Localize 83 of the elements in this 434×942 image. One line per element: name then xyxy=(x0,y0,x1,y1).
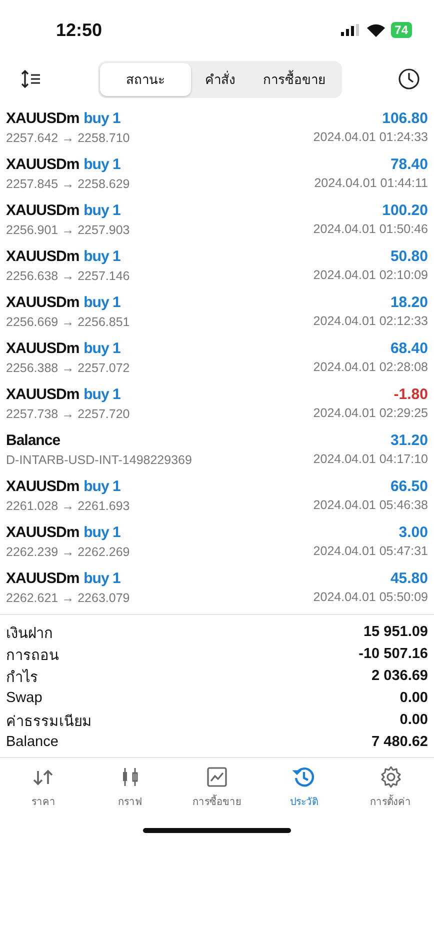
segment-tab[interactable]: การซื้อขาย xyxy=(249,62,340,96)
deal-side: buy 1 xyxy=(84,110,120,127)
deal-side: buy 1 xyxy=(84,156,120,173)
symbol: XAUUSDm xyxy=(6,340,80,357)
deal-side: buy 1 xyxy=(84,248,120,265)
deal-side: buy 1 xyxy=(84,340,120,357)
deal-side: buy 1 xyxy=(84,478,120,495)
deal-side: buy 1 xyxy=(84,570,120,587)
summary-value: 0.00 xyxy=(400,712,428,728)
deal-side: buy 1 xyxy=(84,524,120,541)
status-time: 12:50 xyxy=(56,20,102,40)
deal-detail: 2257.845 → 2258.629 xyxy=(6,177,130,191)
deal-time: 2024.04.01 05:50:09 xyxy=(313,590,428,604)
signal-icon xyxy=(340,24,361,36)
profit: 31.20 xyxy=(390,432,428,449)
tab-bar-item[interactable]: การซื้อขาย xyxy=(176,764,257,810)
deal-time: 2024.04.01 05:46:38 xyxy=(313,498,428,512)
deal-detail: D-INTARB-USD-INT-1498229369 xyxy=(6,453,192,467)
profit: 50.80 xyxy=(390,248,428,265)
deal-detail: 2262.621 → 2263.079 xyxy=(6,591,130,605)
summary-value: -10 507.16 xyxy=(358,646,428,662)
deal-detail: 2262.239 → 2262.269 xyxy=(6,545,130,559)
symbol: XAUUSDm xyxy=(6,294,80,311)
deal-detail: 2257.642 → 2258.710 xyxy=(6,131,130,145)
summary-label: Balance xyxy=(6,734,58,750)
deal-side: buy 1 xyxy=(84,386,120,403)
deal-time: 2024.04.01 02:12:33 xyxy=(313,314,428,328)
deal-time: 2024.04.01 04:17:10 xyxy=(313,452,428,466)
deal-detail: 2261.028 → 2261.693 xyxy=(6,499,130,513)
tab-bar-item[interactable]: กราฟ xyxy=(90,764,170,810)
symbol: XAUUSDm xyxy=(6,570,80,587)
summary-value: 7 480.62 xyxy=(372,734,428,750)
tab-bar-item[interactable]: ราคา xyxy=(3,764,84,810)
deal-detail: 2257.738 → 2257.720 xyxy=(6,407,130,421)
summary-label: Swap xyxy=(6,690,42,706)
symbol: XAUUSDm xyxy=(6,248,80,265)
deal-time: 2024.04.01 05:47:31 xyxy=(313,544,428,558)
deal-time: 2024.04.01 02:28:08 xyxy=(313,360,428,374)
symbol: XAUUSDm xyxy=(6,110,80,127)
settings-icon xyxy=(378,765,403,789)
profit: 66.50 xyxy=(390,478,428,495)
summary-label: การถอน xyxy=(6,646,59,666)
summary-value: 15 951.09 xyxy=(363,624,428,640)
profit: 100.20 xyxy=(382,202,428,219)
tab-bar-item[interactable]: ประวัติ xyxy=(264,764,344,810)
summary-value: 2 036.69 xyxy=(372,668,428,684)
deal-time: 2024.04.01 01:44:11 xyxy=(314,176,428,190)
deal-detail: 2256.388 → 2257.072 xyxy=(6,361,130,375)
symbol: XAUUSDm xyxy=(6,202,80,219)
clock-icon[interactable] xyxy=(398,68,420,90)
sort-icon[interactable] xyxy=(20,70,42,88)
trade-icon xyxy=(204,765,229,789)
summary-label: ค่าธรรมเนียม xyxy=(6,712,92,732)
deal-detail: 2256.901 → 2257.903 xyxy=(6,223,130,237)
history-icon xyxy=(292,765,316,789)
segment-tab[interactable]: สถานะ xyxy=(100,62,191,96)
summary-value: 0.00 xyxy=(400,690,428,706)
tab-bar-item[interactable]: การตั้งค่า xyxy=(350,764,431,810)
summary-label: เงินฝาก xyxy=(6,624,53,644)
symbol: XAUUSDm xyxy=(6,478,80,495)
profit: 68.40 xyxy=(390,340,428,357)
deal-time: 2024.04.01 02:29:25 xyxy=(313,406,428,420)
deal-type: Balance xyxy=(6,432,60,449)
profit: 45.80 xyxy=(390,570,428,587)
profit: -1.80 xyxy=(394,386,428,403)
profit: 78.40 xyxy=(390,156,428,173)
symbol: XAUUSDm xyxy=(6,524,80,541)
battery-level: 74 xyxy=(390,22,412,38)
deal-side: buy 1 xyxy=(84,294,120,311)
profit: 106.80 xyxy=(382,110,428,127)
profit: 18.20 xyxy=(390,294,428,311)
deal-detail: 2256.638 → 2257.146 xyxy=(6,269,130,283)
summary-label: กำไร xyxy=(6,668,38,688)
segment-tab[interactable]: คำสั่ง xyxy=(191,62,249,96)
profit: 3.00 xyxy=(398,524,428,541)
deal-time: 2024.04.01 01:24:33 xyxy=(313,130,428,144)
deal-time: 2024.04.01 01:50:46 xyxy=(313,222,428,236)
symbol: XAUUSDm xyxy=(6,156,80,173)
deal-time: 2024.04.01 02:10:09 xyxy=(313,268,428,282)
deal-detail: 2256.669 → 2256.851 xyxy=(6,315,130,329)
wifi-icon xyxy=(366,24,385,36)
symbol: XAUUSDm xyxy=(6,386,80,403)
deal-side: buy 1 xyxy=(84,202,120,219)
